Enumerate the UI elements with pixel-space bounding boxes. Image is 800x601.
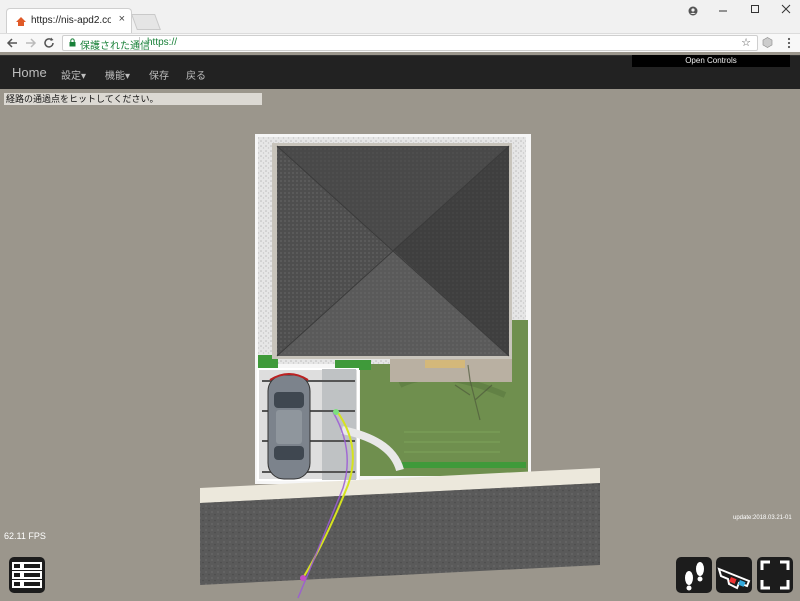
scene-viewport[interactable] bbox=[0, 88, 800, 601]
back-link[interactable]: 戻る bbox=[186, 67, 206, 82]
fps-counter: 62.11 FPS bbox=[4, 531, 46, 541]
parked-car bbox=[267, 373, 311, 480]
settings-menu[interactable]: 設定▾ bbox=[61, 67, 86, 82]
maximize-icon[interactable] bbox=[750, 4, 760, 14]
list-icon bbox=[12, 562, 42, 588]
browser-tab[interactable]: https://nis-apd2.com/vie × bbox=[6, 8, 132, 33]
browser-titlebar: https://nis-apd2.com/vie × bbox=[0, 0, 800, 34]
house-roof bbox=[272, 143, 512, 359]
open-controls-button[interactable]: Open Controls bbox=[632, 55, 790, 67]
url-text[interactable]: https:// bbox=[147, 37, 177, 48]
browser-menu-icon[interactable] bbox=[786, 37, 792, 49]
lock-icon bbox=[69, 38, 76, 47]
new-tab-button[interactable] bbox=[131, 14, 161, 30]
back-arrow-icon[interactable] bbox=[6, 37, 18, 49]
extension-icon[interactable] bbox=[762, 37, 773, 48]
home-link[interactable]: Home bbox=[12, 65, 47, 80]
omnibox-divider bbox=[139, 37, 140, 48]
update-version: update:2018.03.21-01 bbox=[733, 515, 792, 521]
fullscreen-icon bbox=[760, 560, 790, 590]
stereo-3d-button[interactable] bbox=[716, 557, 752, 593]
fullscreen-button[interactable] bbox=[757, 557, 793, 593]
tab-close-icon[interactable]: × bbox=[119, 13, 125, 25]
forward-arrow-icon[interactable] bbox=[25, 37, 37, 49]
omnibox[interactable]: 保護された通信 https:// ☆ bbox=[62, 35, 758, 52]
walk-mode-button[interactable] bbox=[676, 557, 712, 593]
site-favicon-icon bbox=[16, 17, 26, 26]
layer-list-button[interactable] bbox=[9, 557, 45, 593]
3d-glasses-icon bbox=[717, 567, 751, 590]
patio-accent bbox=[425, 360, 465, 368]
profile-icon[interactable] bbox=[688, 6, 698, 16]
reload-icon[interactable] bbox=[43, 37, 55, 49]
tab-title: https://nis-apd2.com/vie bbox=[31, 15, 111, 26]
close-window-icon[interactable] bbox=[781, 4, 791, 14]
save-link[interactable]: 保存 bbox=[149, 67, 169, 82]
functions-menu[interactable]: 機能▾ bbox=[105, 67, 130, 82]
minimize-icon[interactable] bbox=[718, 6, 728, 16]
bookmark-star-icon[interactable]: ☆ bbox=[741, 36, 751, 49]
instruction-text: 経路の通過点をヒットしてください。 bbox=[4, 93, 262, 105]
footprints-icon bbox=[685, 562, 704, 591]
road bbox=[200, 468, 600, 585]
